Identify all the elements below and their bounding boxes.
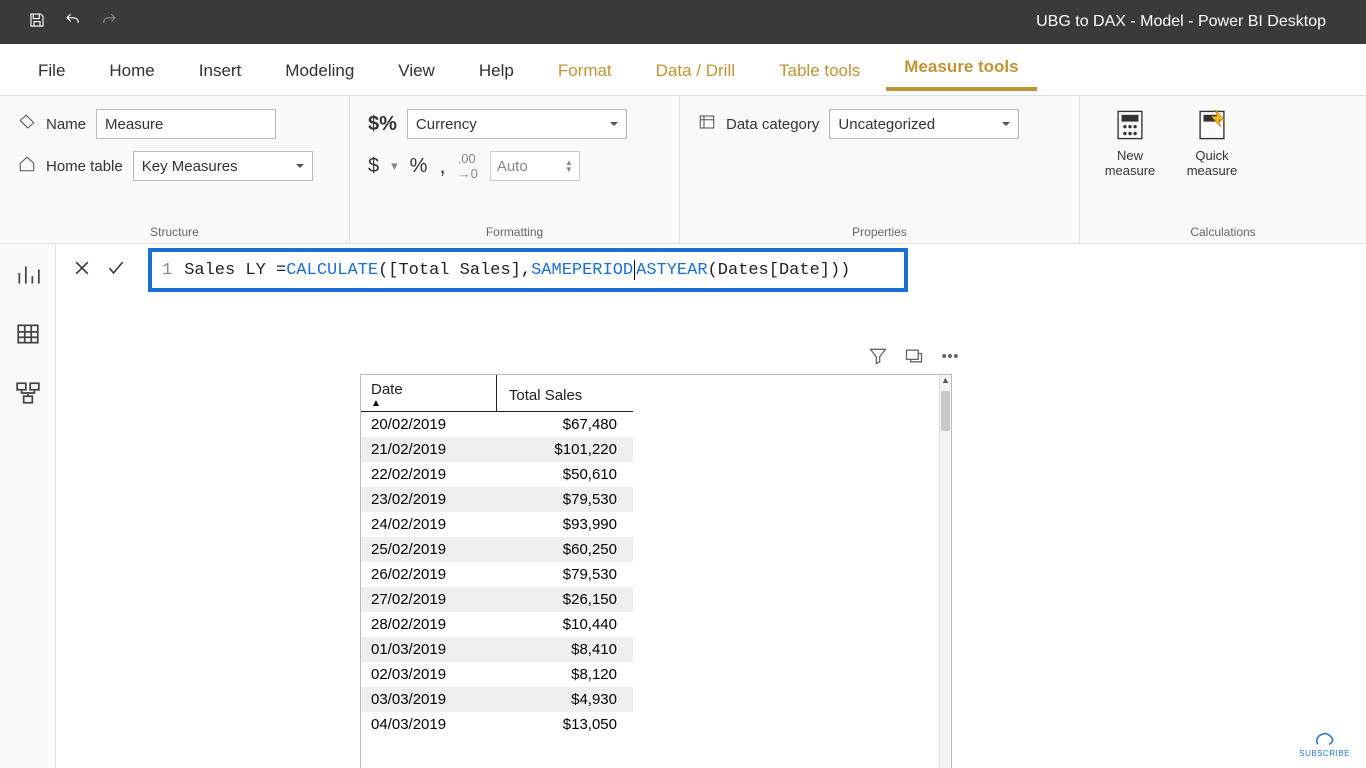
thousands-separator-button[interactable]: ,: [439, 153, 445, 179]
workspace: 1 Sales LY = CALCULATE ( [Total Sales], …: [0, 244, 1366, 768]
table-row[interactable]: 21/02/2019$101,220: [361, 437, 633, 462]
group-label-structure: Structure: [0, 225, 349, 239]
tab-data-drill[interactable]: Data / Drill: [638, 51, 753, 91]
format-select[interactable]: Currency: [407, 109, 627, 139]
table-row[interactable]: 01/03/2019$8,410: [361, 637, 633, 662]
table-row[interactable]: 24/02/2019$93,990: [361, 512, 633, 537]
table-row[interactable]: 20/02/2019$67,480: [361, 412, 633, 438]
focus-mode-icon[interactable]: [904, 346, 924, 371]
model-view-icon[interactable]: [15, 380, 41, 411]
formula-input[interactable]: 1 Sales LY = CALCULATE ( [Total Sales], …: [148, 248, 908, 292]
ribbon-group-properties: Data category Uncategorized Properties: [680, 96, 1080, 243]
category-icon: [698, 113, 716, 136]
formula-bar: 1 Sales LY = CALCULATE ( [Total Sales], …: [56, 244, 1366, 296]
window-title: UBG to DAX - Model - Power BI Desktop: [1036, 13, 1326, 31]
group-label-calculations: Calculations: [1080, 225, 1366, 239]
formula-commit-icon[interactable]: [106, 258, 126, 283]
table-row[interactable]: 02/03/2019$8,120: [361, 662, 633, 687]
undo-icon[interactable]: [64, 11, 82, 34]
tab-measure-tools[interactable]: Measure tools: [886, 47, 1036, 91]
filter-icon[interactable]: [868, 346, 888, 371]
table-row[interactable]: 23/02/2019$79,530: [361, 487, 633, 512]
table-visual[interactable]: Date▲ Total Sales 20/02/2019$67,48021/02…: [360, 374, 952, 768]
ribbon-group-formatting: $% Currency $ ▾ % , .00→0 Auto ▲▼ Format…: [350, 96, 680, 243]
table-row[interactable]: 25/02/2019$60,250: [361, 537, 633, 562]
report-canvas[interactable]: Date▲ Total Sales 20/02/2019$67,48021/02…: [56, 296, 1366, 768]
sort-ascending-icon: ▲: [371, 398, 486, 409]
tab-insert[interactable]: Insert: [181, 51, 260, 91]
subscribe-badge: SUBSCRIBE: [1299, 729, 1350, 758]
home-table-label: Home table: [46, 158, 123, 175]
ribbon-group-structure: Name Home table Key Measures Structure: [0, 96, 350, 243]
main-panel: 1 Sales LY = CALCULATE ( [Total Sales], …: [56, 244, 1366, 768]
save-icon[interactable]: [28, 11, 46, 34]
currency-dropdown-icon[interactable]: ▾: [391, 158, 398, 174]
redo-icon[interactable]: [100, 11, 118, 34]
column-header-date[interactable]: Date▲: [361, 375, 496, 412]
scrollbar[interactable]: ▲ ▼: [939, 375, 951, 768]
visual-toolbar: [868, 346, 960, 371]
percent-button[interactable]: %: [410, 155, 428, 178]
group-label-properties: Properties: [680, 225, 1079, 239]
scroll-thumb[interactable]: [941, 391, 950, 431]
name-label: Name: [46, 116, 86, 133]
format-icon: $%: [368, 113, 397, 136]
tab-file[interactable]: File: [20, 51, 83, 91]
table-row[interactable]: 04/03/2019$13,050: [361, 712, 633, 737]
formula-cancel-icon[interactable]: [72, 258, 92, 283]
ribbon-tabs: File Home Insert Modeling View Help Form…: [0, 44, 1366, 96]
tab-format[interactable]: Format: [540, 51, 630, 91]
report-view-icon[interactable]: [15, 262, 41, 293]
tab-home[interactable]: Home: [91, 51, 172, 91]
ribbon-group-calculations: New measure Quick measure Calculations: [1080, 96, 1366, 243]
table-row[interactable]: 03/03/2019$4,930: [361, 687, 633, 712]
currency-symbol-button[interactable]: $: [368, 155, 379, 178]
left-nav: [0, 244, 56, 768]
home-icon: [18, 155, 36, 178]
quick-measure-button[interactable]: Quick measure: [1180, 108, 1244, 178]
column-header-total-sales[interactable]: Total Sales: [496, 375, 633, 412]
data-category-label: Data category: [726, 116, 819, 133]
tab-view[interactable]: View: [380, 51, 453, 91]
data-view-icon[interactable]: [15, 321, 41, 352]
decimal-shift-icon[interactable]: .00→0: [458, 151, 478, 181]
data-table: Date▲ Total Sales 20/02/2019$67,48021/02…: [361, 375, 633, 737]
scroll-up-icon[interactable]: ▲: [940, 375, 951, 389]
tag-icon: [18, 113, 36, 136]
decimal-places-input[interactable]: Auto ▲▼: [490, 151, 580, 181]
home-table-select[interactable]: Key Measures: [133, 151, 313, 181]
table-row[interactable]: 28/02/2019$10,440: [361, 612, 633, 637]
group-label-formatting: Formatting: [350, 225, 679, 239]
table-row[interactable]: 27/02/2019$26,150: [361, 587, 633, 612]
table-row[interactable]: 22/02/2019$50,610: [361, 462, 633, 487]
tab-help[interactable]: Help: [461, 51, 532, 91]
new-measure-button[interactable]: New measure: [1098, 108, 1162, 178]
tab-table-tools[interactable]: Table tools: [761, 51, 878, 91]
title-bar: UBG to DAX - Model - Power BI Desktop: [0, 0, 1366, 44]
tab-modeling[interactable]: Modeling: [267, 51, 372, 91]
ribbon: Name Home table Key Measures Structure $…: [0, 96, 1366, 244]
table-row[interactable]: 26/02/2019$79,530: [361, 562, 633, 587]
measure-name-input[interactable]: [96, 109, 276, 139]
more-options-icon[interactable]: [940, 346, 960, 371]
data-category-select[interactable]: Uncategorized: [829, 109, 1019, 139]
